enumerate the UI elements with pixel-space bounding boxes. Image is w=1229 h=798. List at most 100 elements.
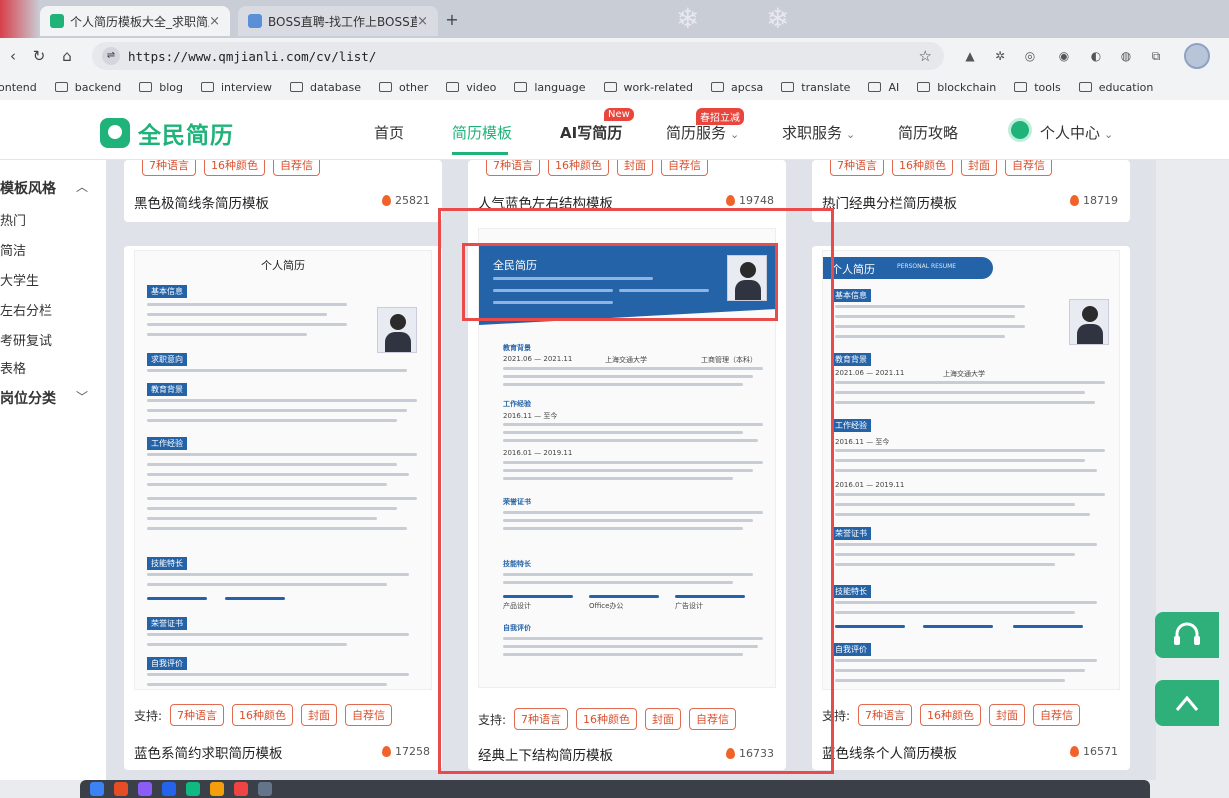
bookmark-folder[interactable]: AI xyxy=(868,81,899,94)
terminal-icon[interactable] xyxy=(258,782,272,796)
bookmark-folder[interactable]: apcsa xyxy=(711,81,763,94)
tab-boss[interactable]: BOSS直聘-找工作上BOSS直 × xyxy=(238,6,438,36)
chevron-down-icon[interactable]: ﹀ xyxy=(76,388,88,405)
preview-work-date: 2016.11 — 至今 xyxy=(835,438,890,446)
logo-icon xyxy=(100,118,130,148)
bookmark-folder[interactable]: video xyxy=(446,81,496,94)
preview-section: 荣誉证书 xyxy=(147,617,187,630)
sidebar-item-table[interactable]: 表格 xyxy=(0,358,26,377)
bookmark-label: apcsa xyxy=(731,80,764,94)
nav-home[interactable]: 首页 xyxy=(374,122,404,143)
bookmark-folder[interactable]: translate xyxy=(781,81,850,94)
sidebar-section-position[interactable]: 岗位分类 xyxy=(0,388,56,408)
chip-languages[interactable]: 7种语言 xyxy=(830,160,884,176)
chip-colors[interactable]: 16种颜色 xyxy=(920,704,982,726)
bookmark-folder[interactable]: work-related xyxy=(603,81,693,94)
home-icon[interactable]: ⌂ xyxy=(58,47,76,65)
chip-languages[interactable]: 7种语言 xyxy=(486,160,540,176)
card-title[interactable]: 蓝色线条个人简历模板 xyxy=(822,742,957,762)
bookmark-folder[interactable]: language xyxy=(514,81,586,94)
extension-icon[interactable]: ◍ xyxy=(1118,48,1134,64)
chip-languages[interactable]: 7种语言 xyxy=(858,704,913,726)
bookmark-folder[interactable]: education xyxy=(1078,81,1153,94)
sidebar-item-student[interactable]: 大学生 xyxy=(0,270,39,289)
site-info-icon[interactable]: ⇌ xyxy=(102,47,120,65)
bookmark-star-icon[interactable]: ☆ xyxy=(919,47,932,65)
nav-resume-guide[interactable]: 简历攻略 xyxy=(898,122,958,143)
chip-languages[interactable]: 7种语言 xyxy=(142,160,196,176)
extensions-puzzle-icon[interactable]: ⧉ xyxy=(1148,48,1164,64)
extension-icon[interactable]: ◐ xyxy=(1088,48,1104,64)
template-card[interactable]: 个人简历 基本信息 求职意向 教育背景 工作经验 技能特长 荣誉证书 自我评价 … xyxy=(124,246,442,770)
extension-icon[interactable]: ▲ xyxy=(962,48,978,64)
bookmark-folder[interactable]: blockchain xyxy=(917,81,996,94)
bookmark-folder[interactable]: blog xyxy=(139,81,183,94)
app-icon[interactable] xyxy=(210,782,224,796)
app-icon[interactable] xyxy=(138,782,152,796)
sidebar-item-two-column[interactable]: 左右分栏 xyxy=(0,300,52,319)
chip-cover-letter[interactable]: 自荐信 xyxy=(661,160,708,176)
bookmark-folder[interactable]: other xyxy=(378,81,428,94)
chip-colors[interactable]: 16种颜色 xyxy=(892,160,953,176)
sidebar-item-simple[interactable]: 简洁 xyxy=(0,240,26,259)
sidebar-item-grad-exam[interactable]: 考研复试 xyxy=(0,330,52,349)
reload-icon[interactable]: ↻ xyxy=(30,47,48,65)
close-icon[interactable]: × xyxy=(417,14,428,29)
extension-icon[interactable]: ◎ xyxy=(1022,48,1038,64)
chip-cover-letter[interactable]: 自荐信 xyxy=(345,704,393,726)
chevron-up-icon[interactable]: ︿ xyxy=(76,178,88,195)
resume-preview[interactable]: 个人简历 基本信息 求职意向 教育背景 工作经验 技能特长 荣誉证书 自我评价 xyxy=(134,250,432,690)
bookmark-folder[interactable]: database xyxy=(289,81,361,94)
bookmark-folder[interactable]: tools xyxy=(1014,81,1061,94)
template-card[interactable]: 个人简历 PERSONAL RESUME 基本信息 教育背景 2021.06 —… xyxy=(812,246,1130,770)
bookmark-folder[interactable]: backend xyxy=(54,81,121,94)
resume-preview[interactable]: 个人简历 PERSONAL RESUME 基本信息 教育背景 2021.06 —… xyxy=(822,250,1120,690)
app-icon[interactable] xyxy=(186,782,200,796)
extension-icon[interactable]: ✲ xyxy=(992,48,1008,64)
profile-avatar[interactable] xyxy=(1184,43,1210,69)
close-icon[interactable]: × xyxy=(209,14,220,29)
nav-templates[interactable]: 简历模板 xyxy=(452,122,512,143)
card-title[interactable]: 蓝色系简约求职简历模板 xyxy=(134,742,283,762)
chip-colors[interactable]: 16种颜色 xyxy=(548,160,609,176)
chip-cover-letter[interactable]: 自荐信 xyxy=(273,160,320,176)
chrome-icon[interactable] xyxy=(114,782,128,796)
back-to-top-button[interactable] xyxy=(1155,680,1219,726)
chip-cover[interactable]: 封面 xyxy=(989,704,1026,726)
sidebar-section-style[interactable]: 模板风格 xyxy=(0,178,56,198)
bookmark-folder[interactable]: interview xyxy=(201,81,272,94)
view-count: 19748 xyxy=(726,194,774,207)
bookmark-folder[interactable]: ontend xyxy=(0,81,37,94)
back-icon[interactable]: ‹ xyxy=(4,47,22,65)
new-tab-button[interactable]: + xyxy=(442,10,462,30)
chip-colors[interactable]: 16种颜色 xyxy=(232,704,294,726)
nav-job-service[interactable]: 求职服务 ⌄ xyxy=(782,122,855,143)
card-title[interactable]: 黑色极简线条简历模板 xyxy=(134,192,269,212)
vscode-icon[interactable] xyxy=(162,782,176,796)
customer-service-button[interactable] xyxy=(1155,612,1219,658)
user-avatar-icon[interactable] xyxy=(1008,118,1032,142)
chip-cover[interactable]: 封面 xyxy=(301,704,338,726)
site-logo[interactable]: 全民简历 xyxy=(100,116,234,150)
folder-icon xyxy=(139,82,153,92)
sidebar-item-hot[interactable]: 热门 xyxy=(0,210,26,229)
address-bar[interactable]: ⇌ https://www.qmjianli.com/cv/list/ ☆ xyxy=(92,42,944,70)
finder-icon[interactable] xyxy=(90,782,104,796)
nav-personal-center[interactable]: 个人中心 ⌄ xyxy=(1040,122,1113,143)
nav-resume-service[interactable]: 简历服务 ⌄ xyxy=(666,122,739,143)
chip-languages[interactable]: 7种语言 xyxy=(170,704,225,726)
chip-colors[interactable]: 16种颜色 xyxy=(204,160,265,176)
app-icon[interactable] xyxy=(234,782,248,796)
chip-cover-letter[interactable]: 自荐信 xyxy=(1005,160,1052,176)
tab-title: 个人简历模板大全_求职简历模 xyxy=(70,14,209,29)
chip-cover[interactable]: 封面 xyxy=(961,160,997,176)
extension-icon[interactable]: ◉ xyxy=(1056,48,1072,64)
chevron-down-icon: ⌄ xyxy=(730,128,740,141)
chip-cover[interactable]: 封面 xyxy=(617,160,653,176)
nav-ai-resume[interactable]: AI写简历 xyxy=(560,122,622,143)
template-card[interactable]: 7种语言 16种颜色 封面 自荐信 热门经典分栏简历模板 18719 xyxy=(812,160,1130,222)
template-card[interactable]: 7种语言 16种颜色 自荐信 黑色极简线条简历模板 25821 xyxy=(124,160,442,222)
card-title[interactable]: 热门经典分栏简历模板 xyxy=(822,192,957,212)
tab-qmjianli[interactable]: 个人简历模板大全_求职简历模 × xyxy=(40,6,230,36)
chip-cover-letter[interactable]: 自荐信 xyxy=(1033,704,1081,726)
